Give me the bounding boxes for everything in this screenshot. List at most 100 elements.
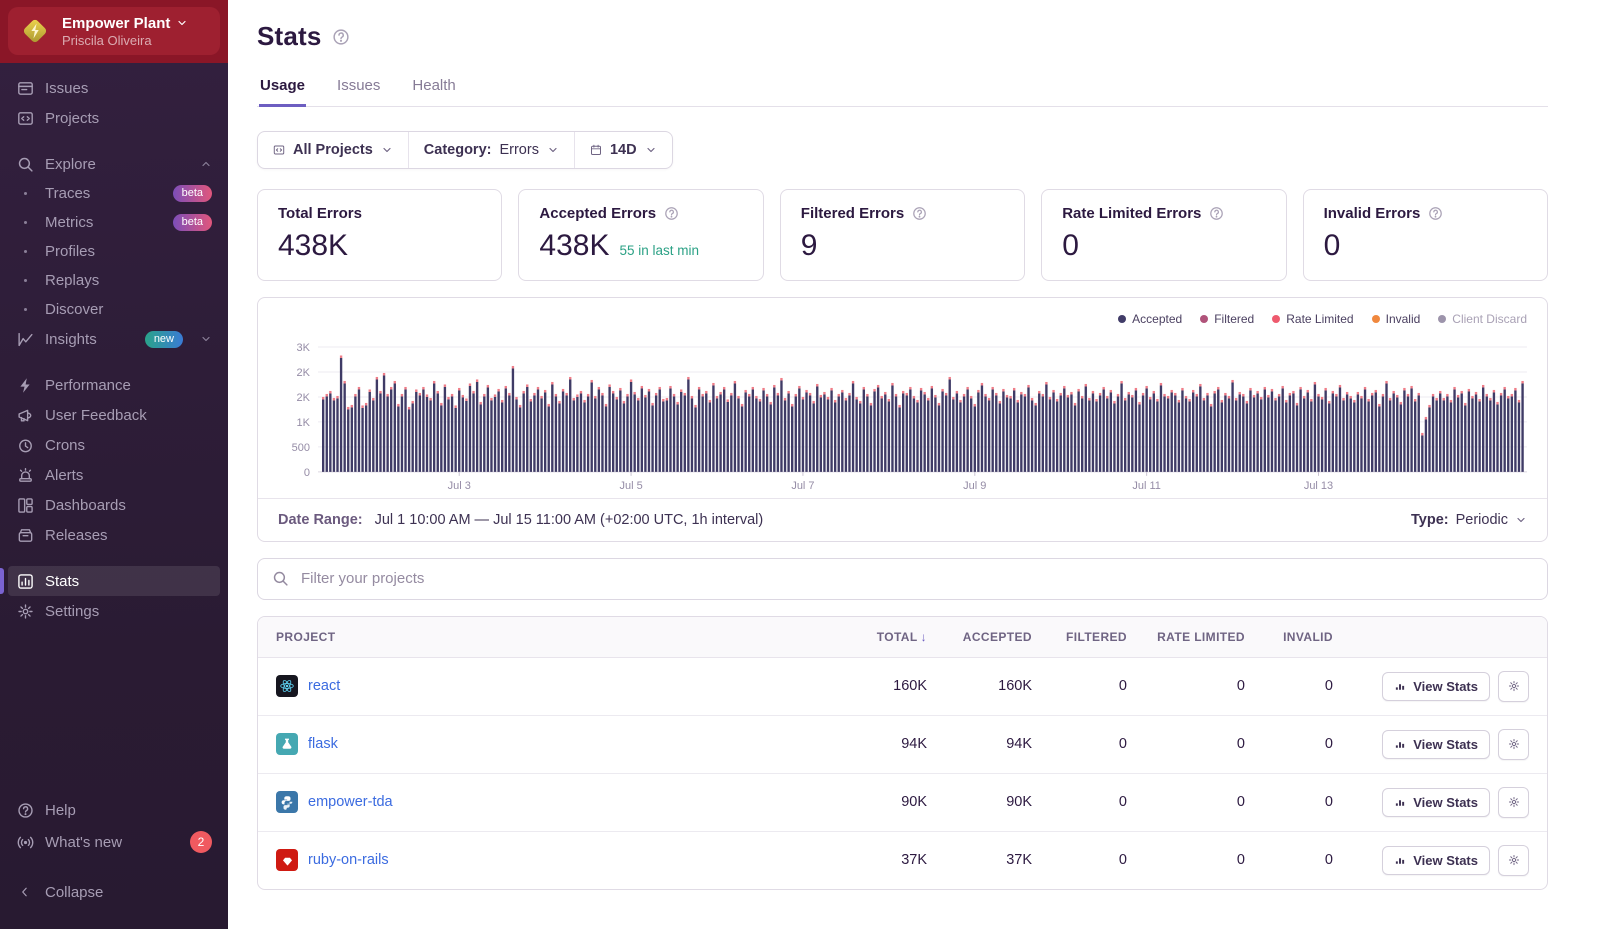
project-link[interactable]: flask	[308, 736, 338, 752]
table-header: PROJECT TOTAL↓ ACCEPTED FILTERED RATE LI…	[258, 617, 1547, 658]
score-cards: Total Errors 438K Accepted Errors 438K 5…	[257, 189, 1548, 281]
col-total[interactable]: TOTAL↓	[827, 630, 927, 644]
chart-type-dropdown[interactable]: Type: Periodic	[1411, 512, 1527, 528]
beta-badge: beta	[173, 185, 212, 202]
col-filtered[interactable]: FILTERED	[1032, 630, 1127, 644]
col-project[interactable]: PROJECT	[276, 630, 827, 644]
chart-footer: Date Range: Jul 1 10:00 AM — Jul 15 11:0…	[258, 498, 1547, 541]
legend-accepted[interactable]: Accepted	[1118, 312, 1182, 326]
date-range-value: Jul 1 10:00 AM — Jul 15 11:00 AM (+02:00…	[375, 512, 764, 528]
sidebar-item-stats[interactable]: Stats	[8, 566, 220, 596]
sidebar-item-metrics[interactable]: Metrics beta	[0, 208, 228, 237]
help-circle-icon[interactable]	[912, 206, 927, 221]
bullet-icon	[16, 308, 34, 311]
project-settings-button[interactable]	[1498, 729, 1529, 760]
project-link[interactable]: ruby-on-rails	[308, 852, 389, 868]
tab-issues[interactable]: Issues	[336, 77, 381, 107]
project-settings-button[interactable]	[1498, 671, 1529, 702]
svg-text:Jul 7: Jul 7	[791, 480, 814, 492]
filtered-value: 0	[1032, 736, 1127, 752]
search-input[interactable]	[299, 569, 1533, 588]
col-accepted[interactable]: ACCEPTED	[927, 630, 1032, 644]
help-circle-icon[interactable]	[332, 28, 350, 46]
new-badge: new	[145, 331, 183, 348]
category-filter-dropdown[interactable]: Category: Errors	[408, 132, 574, 168]
megaphone-icon	[16, 406, 34, 424]
invalid-value: 0	[1245, 736, 1333, 752]
gear-icon	[1508, 854, 1520, 866]
legend-filtered[interactable]: Filtered	[1200, 312, 1254, 326]
projects-icon	[16, 109, 34, 127]
sidebar-nav: Issues Projects Explore Traces beta Metr…	[0, 63, 228, 795]
help-circle-icon[interactable]	[1209, 206, 1224, 221]
project-link[interactable]: empower-tda	[308, 794, 393, 810]
sidebar-item-label: Issues	[45, 80, 88, 97]
sidebar-item-crons[interactable]: Crons	[0, 430, 228, 460]
accepted-value: 94K	[927, 736, 1032, 752]
col-invalid[interactable]: INVALID	[1245, 630, 1333, 644]
sidebar-item-settings[interactable]: Settings	[0, 596, 228, 626]
page-title: Stats	[257, 21, 322, 52]
card-total-errors: Total Errors 438K	[257, 189, 502, 281]
category-label: Category:	[424, 142, 492, 158]
view-stats-button[interactable]: View Stats	[1382, 730, 1490, 759]
view-stats-button[interactable]: View Stats	[1382, 788, 1490, 817]
org-name: Empower Plant	[62, 15, 170, 32]
sidebar-item-label: Stats	[45, 573, 79, 590]
sidebar-item-whats-new[interactable]: What's new 2	[0, 825, 228, 859]
sidebar-item-profiles[interactable]: Profiles	[0, 237, 228, 266]
sidebar-item-issues[interactable]: Issues	[0, 73, 228, 103]
legend-invalid[interactable]: Invalid	[1372, 312, 1421, 326]
sidebar-item-user-feedback[interactable]: User Feedback	[0, 400, 228, 430]
performance-icon	[16, 376, 34, 394]
legend-dot	[1438, 315, 1446, 323]
org-logo-icon	[18, 14, 52, 48]
search-icon	[272, 570, 289, 587]
filtered-value: 0	[1032, 852, 1127, 868]
sidebar-item-label: Help	[45, 802, 76, 819]
project-filter-dropdown[interactable]: All Projects	[258, 132, 408, 168]
sidebar-item-insights[interactable]: Insights new	[0, 324, 228, 354]
legend-rate-limited[interactable]: Rate Limited	[1272, 312, 1353, 326]
org-switcher[interactable]: Empower Plant Priscila Oliveira	[8, 7, 220, 55]
sidebar-item-performance[interactable]: Performance	[0, 370, 228, 400]
sidebar-collapse-button[interactable]: Collapse	[0, 877, 228, 907]
accepted-value: 37K	[927, 852, 1032, 868]
card-rate-limited-errors: Rate Limited Errors 0	[1041, 189, 1286, 281]
tab-usage[interactable]: Usage	[259, 77, 306, 107]
svg-text:1K: 1K	[297, 417, 311, 429]
date-range-dropdown[interactable]: 14D	[574, 132, 672, 168]
legend-client-discard[interactable]: Client Discard	[1438, 312, 1527, 326]
invalid-value: 0	[1245, 678, 1333, 694]
project-settings-button[interactable]	[1498, 845, 1529, 876]
tab-health[interactable]: Health	[411, 77, 456, 107]
sidebar-item-replays[interactable]: Replays	[0, 266, 228, 295]
sidebar-item-discover[interactable]: Discover	[0, 295, 228, 324]
project-settings-button[interactable]	[1498, 787, 1529, 818]
sidebar-item-projects[interactable]: Projects	[0, 103, 228, 133]
col-rate-limited[interactable]: RATE LIMITED	[1127, 630, 1245, 644]
insights-icon	[16, 330, 34, 348]
sidebar-item-dashboards[interactable]: Dashboards	[0, 490, 228, 520]
card-value: 0	[1062, 229, 1265, 263]
sidebar-item-traces[interactable]: Traces beta	[0, 179, 228, 208]
table-row: flask 94K 94K 0 0 0 View Stats	[258, 716, 1547, 774]
sidebar-item-help[interactable]: Help	[0, 795, 228, 825]
project-link[interactable]: react	[308, 678, 340, 694]
sidebar-item-releases[interactable]: Releases	[0, 520, 228, 550]
legend-dot	[1272, 315, 1280, 323]
view-stats-button[interactable]: View Stats	[1382, 672, 1490, 701]
view-stats-button[interactable]: View Stats	[1382, 846, 1490, 875]
clock-icon	[16, 436, 34, 454]
sidebar-item-explore[interactable]: Explore	[0, 149, 228, 179]
help-circle-icon[interactable]	[664, 206, 679, 221]
bullet-icon	[16, 250, 34, 253]
sidebar-item-alerts[interactable]: Alerts	[0, 460, 228, 490]
filter-bar: All Projects Category: Errors 14D	[257, 131, 673, 169]
gear-icon	[1508, 680, 1520, 692]
invalid-value: 0	[1245, 852, 1333, 868]
card-title: Rate Limited Errors	[1062, 205, 1201, 222]
help-circle-icon[interactable]	[1428, 206, 1443, 221]
chevron-down-icon	[547, 144, 559, 156]
chart-legend: Accepted Filtered Rate Limited Invalid	[272, 310, 1533, 332]
